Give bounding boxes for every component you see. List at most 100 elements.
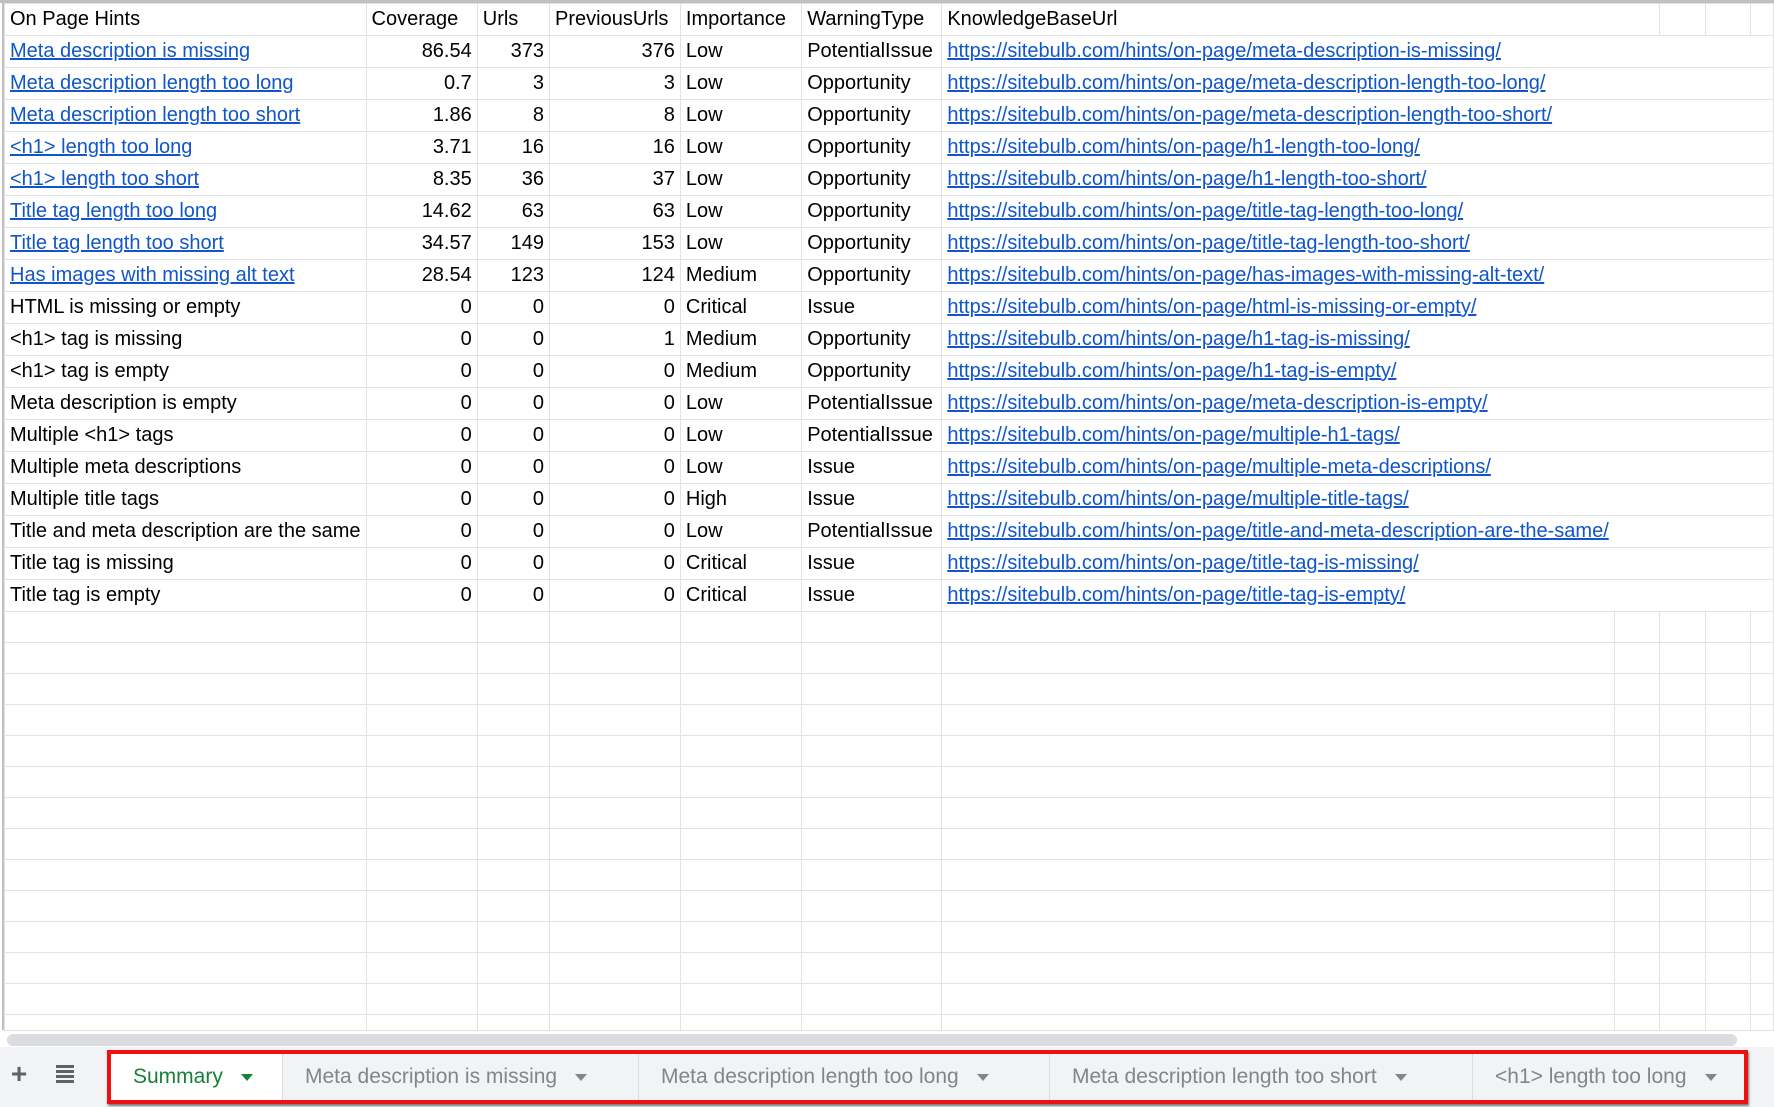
empty-cell[interactable] — [1750, 3, 1774, 36]
empty-cell[interactable] — [679, 797, 803, 829]
coverage-cell[interactable]: 0 — [365, 451, 478, 484]
empty-cell[interactable] — [1750, 35, 1774, 68]
empty-cell[interactable] — [476, 890, 551, 922]
importance-cell[interactable]: Medium — [679, 323, 803, 356]
empty-cell[interactable] — [801, 1014, 943, 1030]
empty-cell[interactable] — [1704, 323, 1751, 356]
empty-cell[interactable] — [1658, 673, 1706, 705]
empty-cell[interactable] — [365, 890, 478, 922]
kb-url-cell[interactable]: https://sitebulb.com/hints/on-page/has-i… — [941, 259, 1615, 292]
kb-url-cell[interactable]: https://sitebulb.com/hints/on-page/h1-le… — [941, 163, 1615, 196]
coverage-cell[interactable]: 0 — [365, 323, 478, 356]
empty-cell[interactable] — [1704, 983, 1752, 1015]
hint-cell[interactable]: <h1> length too long — [4, 131, 367, 164]
importance-cell[interactable]: Critical — [679, 291, 803, 324]
hint-link[interactable]: <h1> length too long — [10, 136, 192, 158]
caret-down-icon[interactable] — [1394, 1073, 1407, 1081]
hint-cell[interactable]: Title tag length too short — [4, 227, 367, 260]
coverage-cell[interactable]: 0 — [365, 291, 478, 324]
warning-type-cell[interactable]: Opportunity — [801, 163, 943, 196]
urls-cell[interactable]: 149 — [476, 227, 551, 260]
empty-cell[interactable] — [801, 673, 943, 705]
empty-cell[interactable] — [679, 766, 803, 798]
kb-url-cell[interactable]: https://sitebulb.com/hints/on-page/h1-le… — [941, 131, 1615, 164]
empty-cell[interactable] — [1658, 735, 1706, 767]
empty-cell[interactable] — [1613, 419, 1660, 452]
kb-url-link[interactable]: https://sitebulb.com/hints/on-page/h1-ta… — [947, 360, 1396, 382]
hint-link[interactable]: Title tag length too long — [10, 200, 217, 222]
hint-cell[interactable]: <h1> length too short — [4, 163, 367, 196]
warning-type-cell[interactable]: PotentialIssue — [801, 35, 943, 68]
empty-cell[interactable] — [1658, 3, 1706, 36]
empty-cell[interactable] — [549, 859, 681, 891]
empty-cell[interactable] — [549, 704, 681, 736]
empty-cell[interactable] — [1658, 859, 1706, 891]
empty-cell[interactable] — [476, 797, 551, 829]
empty-cell[interactable] — [801, 704, 943, 736]
coverage-cell[interactable]: 0 — [365, 547, 478, 580]
importance-cell[interactable]: Low — [679, 451, 803, 484]
empty-cell[interactable] — [1750, 611, 1774, 643]
empty-cell[interactable] — [1613, 291, 1660, 324]
empty-cell[interactable] — [679, 890, 803, 922]
kb-url-link[interactable]: https://sitebulb.com/hints/on-page/title… — [947, 200, 1463, 222]
header-cell-urls[interactable]: Urls — [476, 3, 551, 36]
sheet-tab-meta-description-length-too-long[interactable]: Meta description length too long — [639, 1054, 1050, 1100]
empty-cell[interactable] — [1750, 766, 1774, 798]
empty-cell[interactable] — [1658, 227, 1706, 260]
empty-cell[interactable] — [1658, 952, 1706, 984]
empty-cell[interactable] — [801, 735, 943, 767]
kb-url-link[interactable]: https://sitebulb.com/hints/on-page/meta-… — [947, 392, 1487, 414]
warning-type-cell[interactable]: Opportunity — [801, 99, 943, 132]
kb-url-link[interactable]: https://sitebulb.com/hints/on-page/multi… — [947, 424, 1399, 446]
empty-cell[interactable] — [1704, 387, 1751, 420]
previous-urls-cell[interactable]: 0 — [549, 483, 681, 516]
empty-cell[interactable] — [1704, 163, 1751, 196]
empty-cell[interactable] — [4, 735, 367, 767]
importance-cell[interactable]: Low — [679, 99, 803, 132]
previous-urls-cell[interactable]: 0 — [549, 547, 681, 580]
empty-cell[interactable] — [1613, 952, 1660, 984]
kb-url-link[interactable]: https://sitebulb.com/hints/on-page/title… — [947, 520, 1608, 542]
empty-cell[interactable] — [1704, 735, 1752, 767]
hint-cell[interactable]: Title tag is empty — [4, 579, 367, 612]
empty-cell[interactable] — [476, 766, 551, 798]
empty-cell[interactable] — [1613, 323, 1660, 356]
coverage-cell[interactable]: 0 — [365, 483, 478, 516]
warning-type-cell[interactable]: Opportunity — [801, 323, 943, 356]
empty-cell[interactable] — [1750, 983, 1774, 1015]
empty-cell[interactable] — [1704, 3, 1752, 36]
empty-cell[interactable] — [679, 921, 803, 953]
hint-cell[interactable]: Title and meta description are the same — [4, 515, 367, 548]
empty-cell[interactable] — [1613, 983, 1660, 1015]
empty-cell[interactable] — [1613, 611, 1660, 643]
empty-cell[interactable] — [476, 611, 551, 643]
empty-cell[interactable] — [549, 735, 681, 767]
warning-type-cell[interactable]: Opportunity — [801, 67, 943, 100]
empty-cell[interactable] — [679, 673, 803, 705]
empty-cell[interactable] — [1704, 451, 1751, 484]
empty-cell[interactable] — [941, 766, 1615, 798]
empty-cell[interactable] — [1613, 673, 1660, 705]
empty-cell[interactable] — [1704, 673, 1752, 705]
empty-cell[interactable] — [1613, 99, 1660, 132]
kb-url-link[interactable]: https://sitebulb.com/hints/on-page/h1-ta… — [947, 328, 1409, 350]
empty-cell[interactable] — [1613, 355, 1660, 388]
header-cell-kb-url[interactable]: KnowledgeBaseUrl — [941, 3, 1615, 36]
empty-cell[interactable] — [1613, 735, 1660, 767]
empty-cell[interactable] — [4, 828, 367, 860]
empty-cell[interactable] — [1658, 983, 1706, 1015]
empty-cell[interactable] — [1613, 515, 1660, 548]
empty-cell[interactable] — [941, 921, 1615, 953]
kb-url-link[interactable]: https://sitebulb.com/hints/on-page/h1-le… — [947, 136, 1420, 158]
header-cell-previous-urls[interactable]: PreviousUrls — [549, 3, 681, 36]
previous-urls-cell[interactable]: 8 — [549, 99, 681, 132]
empty-cell[interactable] — [801, 797, 943, 829]
empty-cell[interactable] — [1613, 131, 1660, 164]
empty-cell[interactable] — [4, 642, 367, 674]
warning-type-cell[interactable]: Issue — [801, 579, 943, 612]
empty-cell[interactable] — [679, 952, 803, 984]
empty-cell[interactable] — [1658, 797, 1706, 829]
empty-cell[interactable] — [1750, 291, 1774, 324]
empty-cell[interactable] — [1750, 673, 1774, 705]
